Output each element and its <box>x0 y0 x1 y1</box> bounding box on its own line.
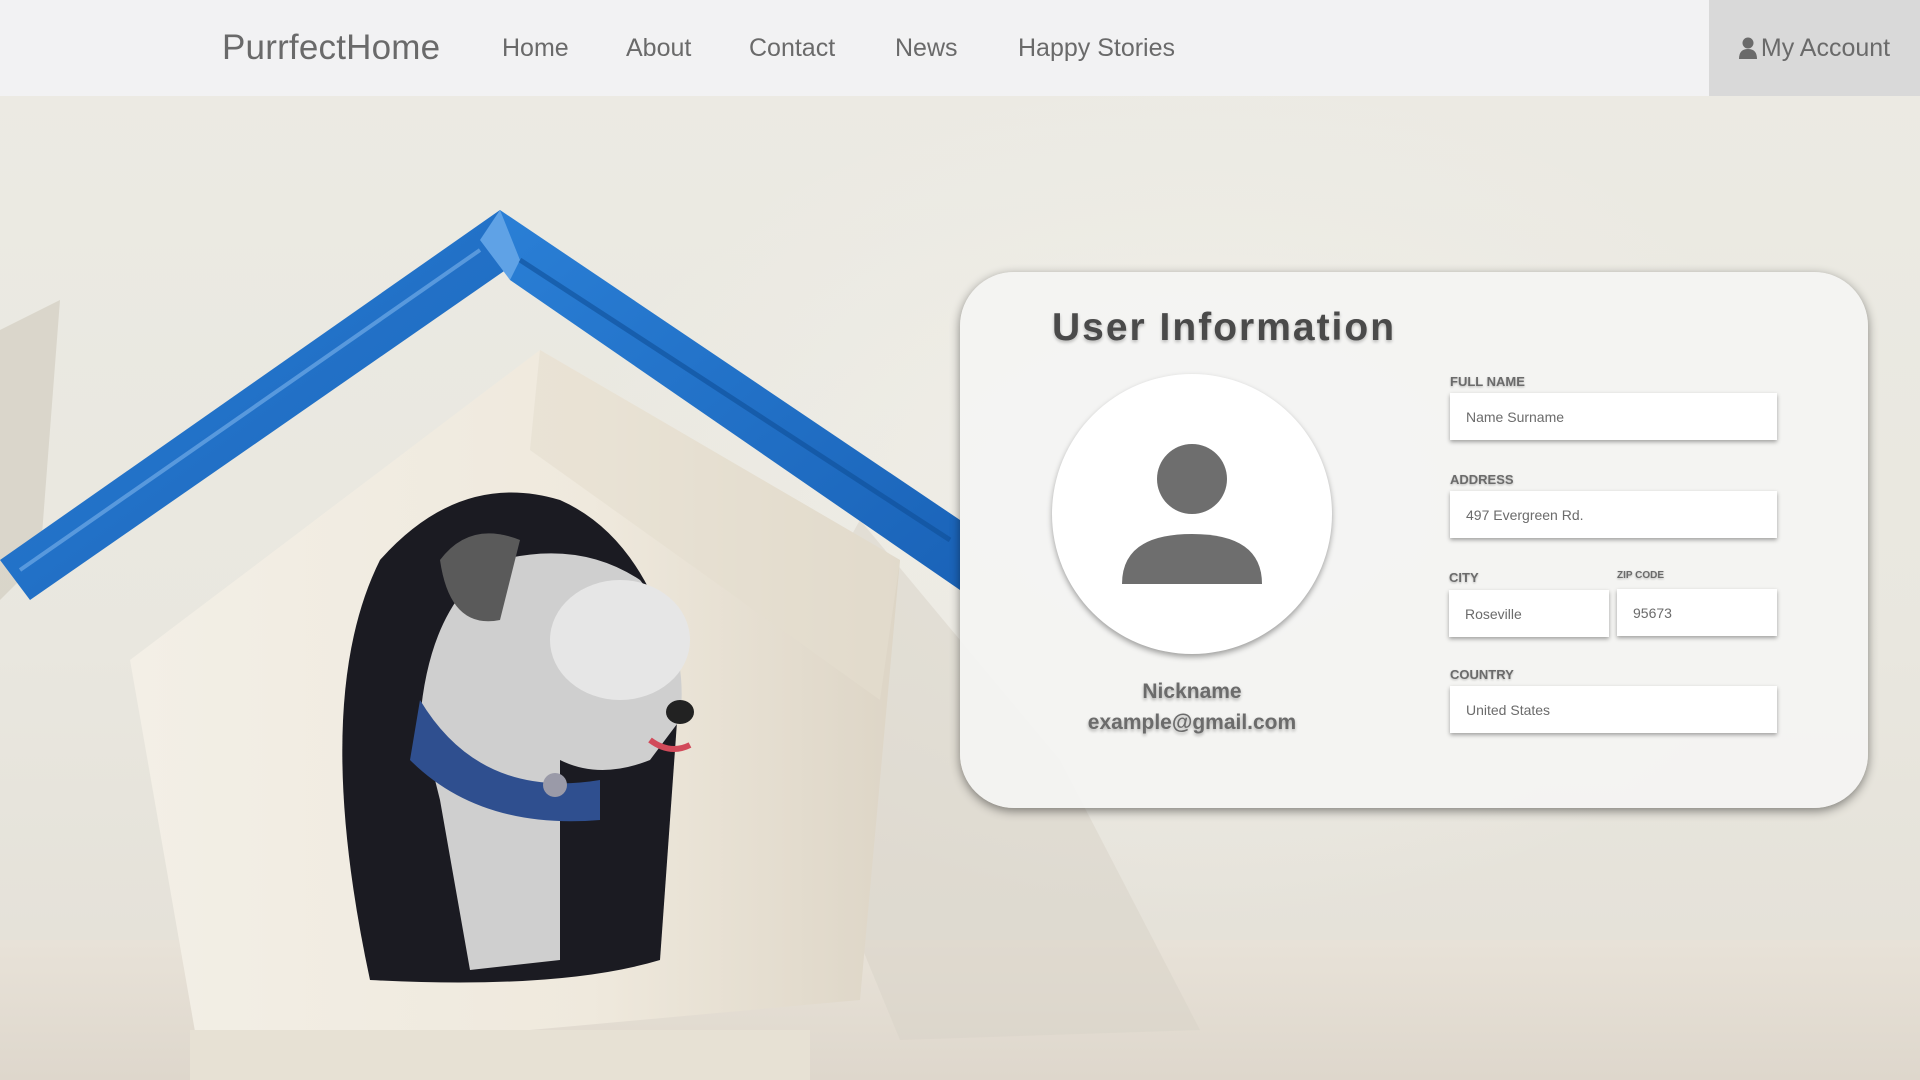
full-name-input[interactable] <box>1450 393 1777 440</box>
top-navbar: PurrfectHome Home About Contact News Hap… <box>0 0 1920 96</box>
my-account-label: My Account <box>1760 33 1891 62</box>
user-information-card: User Information Nickname example@gmail.… <box>960 272 1868 808</box>
address-input[interactable] <box>1450 491 1777 538</box>
nav-link-news[interactable]: News <box>895 34 958 63</box>
nav-link-about[interactable]: About <box>626 34 691 63</box>
nav-link-contact[interactable]: Contact <box>749 34 835 63</box>
nickname-text: Nickname <box>1142 680 1242 703</box>
nav-link-home[interactable]: Home <box>502 34 569 63</box>
my-account-button[interactable]: My Account <box>1709 0 1920 96</box>
country-input[interactable] <box>1450 686 1777 733</box>
brand-logo[interactable]: PurrfectHome <box>222 28 440 68</box>
address-label: ADDRESS <box>1450 472 1514 487</box>
nav-link-happy-stories[interactable]: Happy Stories <box>1018 34 1175 63</box>
user-icon <box>1738 37 1757 59</box>
zip-code-label: ZIP CODE <box>1617 570 1665 581</box>
email-text: example@gmail.com <box>1087 711 1297 734</box>
user-silhouette-icon <box>1122 444 1262 584</box>
zip-code-input[interactable] <box>1617 589 1777 636</box>
card-title: User Information <box>1052 306 1397 349</box>
city-label: CITY <box>1449 570 1479 585</box>
country-label: COUNTRY <box>1450 667 1514 682</box>
city-input[interactable] <box>1449 590 1609 637</box>
avatar[interactable] <box>1052 374 1332 654</box>
full-name-label: FULL NAME <box>1450 374 1525 389</box>
